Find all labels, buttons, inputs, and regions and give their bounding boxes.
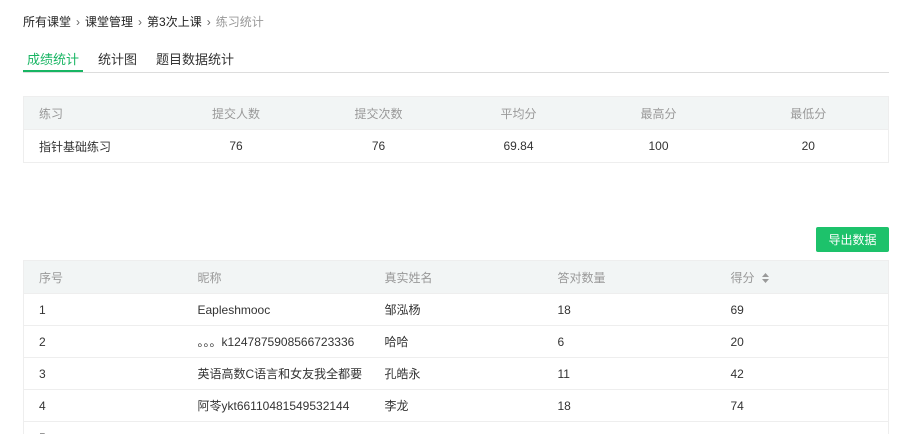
cell-index: 4	[23, 389, 198, 422]
col-min: 最低分	[728, 96, 889, 130]
col-score[interactable]: 得分	[730, 260, 889, 294]
cell-correct-count: 6	[557, 325, 731, 358]
table-row: 3 英语高数C语言和女友我全都要 孔皓永 11 42	[23, 357, 889, 390]
cell-nickname: 。。。k1247875908566723336	[197, 325, 385, 358]
cell-correct-count	[557, 421, 731, 434]
table-row: 4 阿苓ykt66110481549532144 李龙 18 74	[23, 389, 889, 422]
col-score-label: 得分	[730, 270, 755, 285]
tab-score-stats[interactable]: 成绩统计	[23, 43, 84, 72]
cell-nickname: Eapleshmooc	[197, 293, 385, 326]
breadcrumb-current: 练习统计	[215, 15, 264, 29]
cell: 指针基础练习	[23, 129, 164, 163]
cell-score: 20	[730, 325, 889, 358]
sort-icon[interactable]	[761, 273, 769, 284]
col-submit-count: 提交人数	[163, 96, 309, 130]
col-index: 序号	[23, 260, 198, 294]
cell: 20	[728, 129, 889, 163]
chevron-right-icon: ›	[76, 14, 81, 29]
tab-bar: 成绩统计 统计图 题目数据统计	[23, 43, 889, 73]
col-real-name: 真实姓名	[384, 260, 558, 294]
breadcrumb-session[interactable]: 第3次上课	[147, 13, 202, 30]
breadcrumb: 所有课堂 › 课堂管理 › 第3次上课 › 练习统计	[23, 13, 264, 30]
table-row: 1 Eapleshmooc 邹泓杨 18 69	[23, 293, 889, 326]
breadcrumb-class-management[interactable]: 课堂管理	[85, 13, 133, 30]
cell-score: 42	[730, 357, 889, 390]
cell: 76	[163, 129, 309, 163]
student-header-row: 序号 昵称 真实姓名 答对数量 得分	[23, 260, 889, 294]
export-data-button[interactable]: 导出数据	[816, 227, 889, 252]
cell-index: 3	[23, 357, 198, 390]
col-practice: 练习	[23, 96, 164, 130]
cell-real-name: 李龙	[384, 389, 558, 422]
cell-index: 2	[23, 325, 198, 358]
chevron-right-icon: ›	[206, 14, 211, 29]
cell-index: 5	[23, 421, 198, 434]
table-row: 2 。。。k1247875908566723336 哈哈 6 20	[23, 325, 889, 358]
col-nickname: 昵称	[197, 260, 385, 294]
table-row: 5	[23, 421, 889, 434]
cell-nickname	[197, 421, 385, 434]
summary-row: 指针基础练习 76 76 69.84 100 20	[23, 129, 889, 163]
cell: 69.84	[448, 129, 589, 163]
cell-nickname: 阿苓ykt66110481549532144	[197, 389, 385, 422]
col-submit-times: 提交次数	[308, 96, 449, 130]
cell-correct-count: 18	[557, 293, 731, 326]
chevron-right-icon: ›	[138, 14, 143, 29]
cell-correct-count: 11	[557, 357, 731, 390]
cell-correct-count: 18	[557, 389, 731, 422]
cell: 100	[588, 129, 729, 163]
cell-real-name: 邹泓杨	[384, 293, 558, 326]
cell: 76	[308, 129, 449, 163]
cell-real-name	[384, 421, 558, 434]
tab-charts[interactable]: 统计图	[94, 43, 141, 72]
breadcrumb-all-classes[interactable]: 所有课堂	[23, 13, 71, 30]
col-average: 平均分	[448, 96, 589, 130]
col-max: 最高分	[588, 96, 729, 130]
tab-question-stats[interactable]: 题目数据统计	[152, 43, 238, 72]
cell-score: 69	[730, 293, 889, 326]
cell-index: 1	[23, 293, 198, 326]
cell-real-name: 哈哈	[384, 325, 558, 358]
summary-header-row: 练习 提交人数 提交次数 平均分 最高分 最低分	[23, 96, 889, 130]
summary-table: 练习 提交人数 提交次数 平均分 最高分 最低分 指针基础练习 76 76 69…	[23, 96, 889, 163]
cell-real-name: 孔皓永	[384, 357, 558, 390]
student-table: 序号 昵称 真实姓名 答对数量 得分 1 Eapleshmooc 邹泓杨 18	[23, 260, 889, 434]
cell-score	[730, 421, 889, 434]
cell-nickname: 英语高数C语言和女友我全都要	[197, 357, 385, 390]
col-correct-count: 答对数量	[557, 260, 731, 294]
cell-score: 74	[730, 389, 889, 422]
practice-stats-page: 所有课堂 › 课堂管理 › 第3次上课 › 练习统计 成绩统计 统计图 题目数据…	[0, 0, 915, 434]
